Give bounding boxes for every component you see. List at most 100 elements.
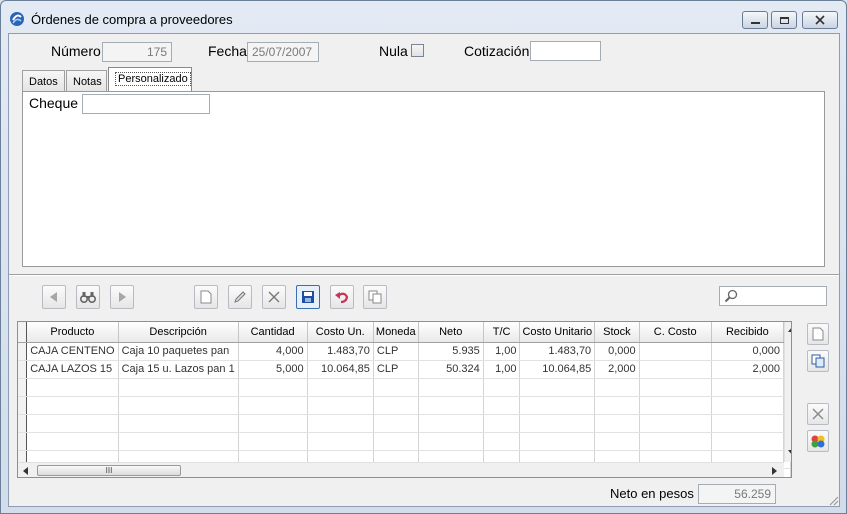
table-row-empty[interactable] <box>18 432 791 451</box>
new-button[interactable] <box>194 285 218 309</box>
minimize-button[interactable] <box>742 11 768 29</box>
table-cell[interactable]: CAJA CENTENO <box>26 342 119 361</box>
column-header[interactable]: Producto <box>26 322 119 343</box>
table-cell[interactable]: 0,000 <box>594 342 640 361</box>
table-cell[interactable] <box>711 378 785 397</box>
table-cell[interactable]: 2,000 <box>711 360 785 379</box>
column-header[interactable]: Stock <box>594 322 640 343</box>
table-cell[interactable] <box>639 414 712 433</box>
table-cell[interactable] <box>711 414 785 433</box>
color-options-button[interactable] <box>807 430 829 452</box>
table-cell[interactable] <box>118 414 239 433</box>
column-header[interactable]: Recibido <box>711 322 785 343</box>
table-cell[interactable] <box>594 378 640 397</box>
table-cell[interactable] <box>639 360 712 379</box>
table-cell[interactable]: Caja 10 paquetes pan <box>118 342 239 361</box>
table-cell[interactable] <box>639 432 712 451</box>
table-cell[interactable] <box>483 414 521 433</box>
table-cell[interactable] <box>26 432 119 451</box>
column-header[interactable]: Moneda <box>373 322 419 343</box>
column-header[interactable]: Cantidad <box>238 322 308 343</box>
column-header[interactable]: Descripción <box>118 322 239 343</box>
scroll-up-icon[interactable] <box>788 326 792 332</box>
table-cell[interactable]: 5,000 <box>238 360 308 379</box>
fecha-field[interactable]: 25/07/2007 <box>247 42 319 62</box>
table-cell[interactable]: 4,000 <box>238 342 308 361</box>
items-grid[interactable]: Producto Descripción Cantidad Costo Un. Mone… <box>17 321 792 478</box>
table-cell[interactable] <box>519 396 596 415</box>
cotizacion-field[interactable] <box>530 41 601 61</box>
table-cell[interactable]: CLP <box>373 360 419 379</box>
row-indicator[interactable] <box>18 360 28 379</box>
horizontal-scroll-thumb[interactable]: III <box>37 465 181 476</box>
table-cell[interactable] <box>639 342 712 361</box>
table-cell[interactable] <box>711 396 785 415</box>
title-bar[interactable]: Órdenes de compra a proveedores <box>1 1 846 33</box>
table-cell[interactable]: CLP <box>373 342 419 361</box>
table-cell[interactable] <box>483 396 521 415</box>
table-cell[interactable] <box>26 378 119 397</box>
table-cell[interactable] <box>307 378 374 397</box>
table-cell[interactable] <box>307 396 374 415</box>
row-indicator[interactable] <box>18 432 28 451</box>
tab-notas[interactable]: Notas <box>66 70 107 92</box>
add-row-button[interactable] <box>807 323 829 345</box>
edit-button[interactable] <box>228 285 252 309</box>
table-cell[interactable] <box>307 432 374 451</box>
copy-row-button[interactable] <box>807 350 829 372</box>
table-cell[interactable] <box>418 396 484 415</box>
table-cell[interactable]: 1.483,70 <box>307 342 374 361</box>
table-cell[interactable] <box>594 432 640 451</box>
table-cell[interactable] <box>483 432 521 451</box>
row-indicator[interactable] <box>18 378 28 397</box>
restore-button[interactable] <box>771 11 797 29</box>
table-cell[interactable]: 1.483,70 <box>519 342 596 361</box>
save-button[interactable] <box>296 285 320 309</box>
column-header[interactable]: T/C <box>483 322 521 343</box>
table-cell[interactable] <box>238 414 308 433</box>
table-cell[interactable] <box>783 468 791 477</box>
table-cell[interactable] <box>418 414 484 433</box>
table-cell[interactable]: 10.064,85 <box>307 360 374 379</box>
table-cell[interactable] <box>118 378 239 397</box>
tab-personalizado[interactable]: Personalizado <box>108 67 192 92</box>
scroll-right-icon[interactable] <box>772 467 778 475</box>
table-cell[interactable] <box>639 378 712 397</box>
undo-button[interactable] <box>330 285 354 309</box>
table-cell[interactable] <box>373 432 419 451</box>
row-indicator[interactable] <box>18 342 28 361</box>
table-cell[interactable] <box>594 414 640 433</box>
horizontal-scrollbar[interactable]: III <box>18 462 784 477</box>
table-cell[interactable] <box>418 432 484 451</box>
row-indicator[interactable] <box>18 396 28 415</box>
delete-row-button[interactable] <box>807 403 829 425</box>
search-box[interactable] <box>719 286 827 306</box>
table-cell[interactable]: 0,000 <box>711 342 785 361</box>
cheque-field[interactable] <box>82 94 210 114</box>
column-header[interactable]: Neto <box>418 322 484 343</box>
table-cell[interactable]: 5.935 <box>418 342 484 361</box>
previous-record-button[interactable] <box>42 285 66 309</box>
scroll-left-icon[interactable] <box>22 467 28 475</box>
find-button[interactable] <box>76 285 100 309</box>
resize-grip-icon[interactable] <box>827 494 839 506</box>
table-cell[interactable]: Caja 15 u. Lazos pan 1 <box>118 360 239 379</box>
table-cell[interactable]: 1,00 <box>483 360 521 379</box>
tab-datos[interactable]: Datos <box>22 70 65 92</box>
table-row-empty[interactable] <box>18 414 791 433</box>
table-cell[interactable] <box>26 414 119 433</box>
table-row[interactable]: CAJA LAZOS 15 Caja 15 u. Lazos pan 1 5,000… <box>18 360 791 379</box>
table-cell[interactable] <box>307 414 374 433</box>
table-cell[interactable] <box>238 396 308 415</box>
nula-checkbox[interactable] <box>411 44 424 57</box>
table-cell[interactable] <box>519 432 596 451</box>
delete-button[interactable] <box>262 285 286 309</box>
scroll-down-icon[interactable] <box>788 450 792 456</box>
table-cell[interactable] <box>711 432 785 451</box>
table-cell[interactable] <box>519 414 596 433</box>
row-indicator[interactable] <box>18 414 28 433</box>
table-cell[interactable] <box>118 396 239 415</box>
next-record-button[interactable] <box>110 285 134 309</box>
table-cell[interactable]: 10.064,85 <box>519 360 596 379</box>
table-cell[interactable] <box>373 414 419 433</box>
